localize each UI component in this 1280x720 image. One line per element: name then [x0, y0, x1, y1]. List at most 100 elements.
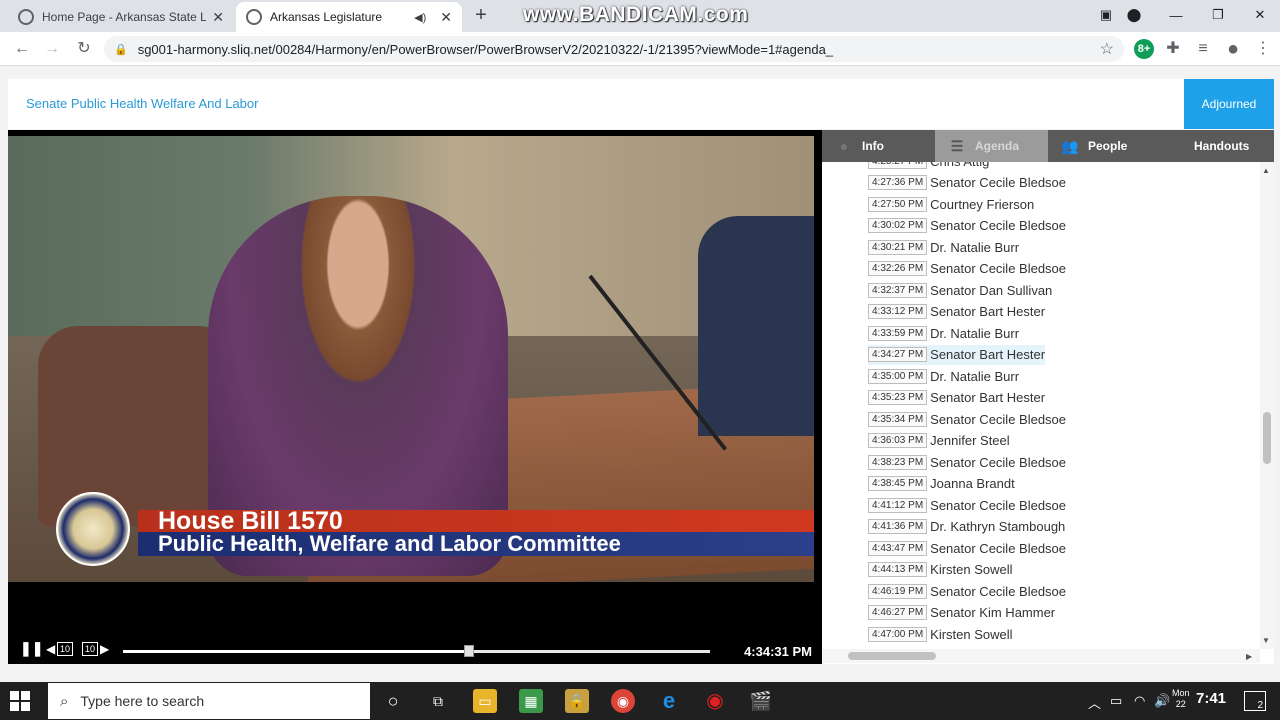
- extensions-puzzle-icon[interactable]: ✚: [1161, 37, 1185, 61]
- browser-tab-arkansas-legislature[interactable]: Arkansas Legislature ◀) ✕: [236, 2, 462, 32]
- clapperboard-icon[interactable]: 🎬: [749, 689, 773, 713]
- scroll-down-icon[interactable]: ▼: [1262, 636, 1270, 645]
- file-explorer-icon[interactable]: ▭: [473, 689, 497, 713]
- new-tab-button[interactable]: +: [470, 4, 492, 27]
- speaker-timestamp[interactable]: 4:47:00 PM: [868, 626, 928, 642]
- speaker-timestamp[interactable]: 4:32:37 PM: [868, 282, 928, 298]
- speaker-timestamp[interactable]: 4:35:23 PM: [868, 390, 928, 405]
- profile-avatar-icon[interactable]: ●: [1221, 37, 1245, 61]
- horizontal-scrollbar[interactable]: ▶: [822, 649, 1260, 663]
- browser-tab-home-page[interactable]: Home Page - Arkansas State Legis ✕: [8, 2, 234, 32]
- notification-center-icon[interactable]: 2: [1244, 691, 1266, 711]
- battery-icon[interactable]: ▭: [1110, 693, 1122, 709]
- address-bar[interactable]: 🔒 sg001-harmony.sliq.net/00284/Harmony/e…: [104, 36, 1124, 62]
- video-player[interactable]: House Bill 1570 Public Health, Welfare a…: [8, 130, 822, 664]
- speaker-timestamp[interactable]: 4:35:34 PM: [868, 411, 928, 427]
- speaker-timestamp[interactable]: 4:36:03 PM: [868, 433, 928, 448]
- speaker-list-item[interactable]: 4:41:12 PM Senator Cecile Bledsoe: [868, 495, 1066, 515]
- speaker-list-item[interactable]: 4:32:37 PM Senator Dan Sullivan: [868, 280, 1052, 300]
- restore-button[interactable]: ❐: [1198, 0, 1238, 30]
- seek-bar[interactable]: [123, 645, 710, 657]
- speaker-list-item[interactable]: 4:27:36 PM Senator Cecile Bledsoe: [868, 173, 1066, 193]
- cortana-icon[interactable]: ○: [381, 689, 405, 713]
- forward-arrow-icon[interactable]: →: [40, 37, 64, 61]
- record-icon[interactable]: ◉: [703, 689, 727, 713]
- speaker-timestamp[interactable]: 4:32:26 PM: [868, 261, 928, 276]
- speaker-timestamp[interactable]: 4:46:19 PM: [868, 583, 928, 599]
- menu-kebab-icon[interactable]: ⋮: [1251, 37, 1275, 61]
- bookmark-star-icon[interactable]: ☆: [1100, 39, 1114, 59]
- vertical-scrollbar[interactable]: ▲ ▼: [1260, 162, 1274, 649]
- speaker-timestamp[interactable]: 4:27:50 PM: [868, 196, 928, 212]
- edge-icon[interactable]: e: [657, 689, 681, 713]
- back-arrow-icon[interactable]: ←: [10, 37, 34, 61]
- seek-handle[interactable]: [464, 645, 475, 657]
- speaker-timestamp[interactable]: 4:38:23 PM: [868, 454, 928, 470]
- speaker-timestamp[interactable]: 4:33:12 PM: [868, 304, 928, 319]
- speaker-list-item[interactable]: 4:25:27 PMChris Attig: [868, 162, 989, 171]
- adjourned-button[interactable]: Adjourned: [1184, 79, 1274, 129]
- speaker-timestamp[interactable]: 4:43:47 PM: [868, 540, 928, 556]
- speaker-list-item[interactable]: 4:43:47 PM Senator Cecile Bledsoe: [868, 538, 1066, 558]
- speaker-timestamp[interactable]: 4:41:36 PM: [868, 519, 928, 534]
- speaker-list-item[interactable]: 4:35:00 PM Dr. Natalie Burr: [868, 366, 1019, 386]
- tray-chevron-up-icon[interactable]: ︿: [1088, 693, 1101, 712]
- speaker-timestamp[interactable]: 4:30:02 PM: [868, 218, 928, 233]
- volume-icon[interactable]: 🔊: [1154, 693, 1170, 709]
- speaker-timestamp[interactable]: 4:41:12 PM: [868, 497, 928, 513]
- speaker-list-item[interactable]: 4:44:13 PM Kirsten Sowell: [868, 560, 1013, 580]
- speaker-list-item[interactable]: 4:34:27 PM Senator Bart Hester: [868, 344, 1046, 365]
- skip-back-button[interactable]: 10: [57, 642, 74, 656]
- speaker-list-item[interactable]: 4:30:21 PM Dr. Natalie Burr: [868, 237, 1019, 257]
- windows-start-icon[interactable]: [10, 691, 30, 711]
- speaker-list-item[interactable]: 4:46:27 PM Senator Kim Hammer: [868, 603, 1055, 623]
- speaker-list-item[interactable]: 4:46:19 PM Senator Cecile Bledsoe: [868, 581, 1066, 601]
- speaker-list-item[interactable]: 4:32:26 PM Senator Cecile Bledsoe: [868, 259, 1066, 279]
- speaker-timestamp[interactable]: 4:33:59 PM: [868, 325, 928, 341]
- speaker-list-item[interactable]: 4:38:45 PM Joanna Brandt: [868, 474, 1015, 494]
- tab-agenda[interactable]: ☰ Agenda: [935, 130, 1048, 162]
- pause-icon[interactable]: ❚❚: [20, 640, 43, 657]
- speaker-timestamp[interactable]: 4:35:00 PM: [868, 368, 928, 384]
- scroll-right-icon[interactable]: ▶: [1246, 652, 1252, 661]
- rewind-arrow-icon[interactable]: ◀: [46, 642, 55, 656]
- speaker-icon[interactable]: ◀): [414, 11, 426, 24]
- speaker-timestamp[interactable]: 4:38:45 PM: [868, 476, 928, 491]
- tab-people[interactable]: 👥 People: [1048, 130, 1161, 162]
- taskbar-search[interactable]: ⌕ Type here to search: [48, 683, 370, 719]
- profile-dropdown-icon[interactable]: ⬤: [1114, 0, 1154, 30]
- extension-badge-icon[interactable]: 8+: [1134, 39, 1154, 59]
- vertical-scroll-thumb[interactable]: [1263, 412, 1271, 464]
- speaker-list-item[interactable]: 4:30:02 PM Senator Cecile Bledsoe: [868, 216, 1066, 236]
- scroll-up-icon[interactable]: ▲: [1262, 166, 1270, 175]
- forward-arrow-icon[interactable]: ▶: [100, 642, 109, 656]
- tab-info[interactable]: ● Info: [822, 130, 935, 162]
- speaker-list-item[interactable]: 4:33:12 PM Senator Bart Hester: [868, 302, 1045, 322]
- speaker-list-item[interactable]: 4:47:00 PM Kirsten Sowell: [868, 624, 1013, 644]
- speaker-timestamp[interactable]: 4:27:36 PM: [868, 175, 928, 190]
- skip-forward-button[interactable]: 10: [82, 642, 99, 656]
- speaker-list-item[interactable]: 4:38:23 PM Senator Cecile Bledsoe: [868, 452, 1066, 472]
- tab-handouts[interactable]: Handouts: [1161, 130, 1274, 162]
- minimize-button[interactable]: —: [1156, 0, 1196, 30]
- speaker-timestamp[interactable]: 4:30:21 PM: [868, 239, 928, 255]
- horizontal-scroll-thumb[interactable]: [848, 652, 936, 660]
- reload-icon[interactable]: ↻: [72, 37, 96, 61]
- wifi-icon[interactable]: ◠: [1134, 693, 1145, 709]
- media-control-icon[interactable]: ≡: [1191, 37, 1215, 61]
- task-view-icon[interactable]: ⧉: [426, 689, 450, 713]
- speaker-timestamp[interactable]: 4:34:27 PM: [868, 347, 928, 362]
- speaker-timestamp[interactable]: 4:46:27 PM: [868, 605, 928, 620]
- speaker-list-item[interactable]: 4:35:34 PM Senator Cecile Bledsoe: [868, 409, 1066, 429]
- speaker-list-item[interactable]: 4:36:03 PM Jennifer Steel: [868, 431, 1010, 451]
- speaker-list-item[interactable]: 4:41:36 PM Dr. Kathryn Stambough: [868, 517, 1065, 537]
- speaker-list-item[interactable]: 4:27:50 PM Courtney Frierson: [868, 194, 1034, 214]
- taskbar-clock[interactable]: 7:41: [1196, 690, 1226, 707]
- window-close-button[interactable]: ✕: [1240, 0, 1280, 30]
- tab-close-icon[interactable]: ✕: [440, 9, 452, 26]
- taskbar-date[interactable]: Mon 22: [1172, 688, 1190, 710]
- speaker-list-item[interactable]: 4:35:23 PM Senator Bart Hester: [868, 388, 1045, 408]
- chrome-icon[interactable]: ◉: [611, 689, 635, 713]
- spreadsheet-app-icon[interactable]: ▦: [519, 689, 543, 713]
- speaker-timestamp[interactable]: 4:44:13 PM: [868, 562, 928, 577]
